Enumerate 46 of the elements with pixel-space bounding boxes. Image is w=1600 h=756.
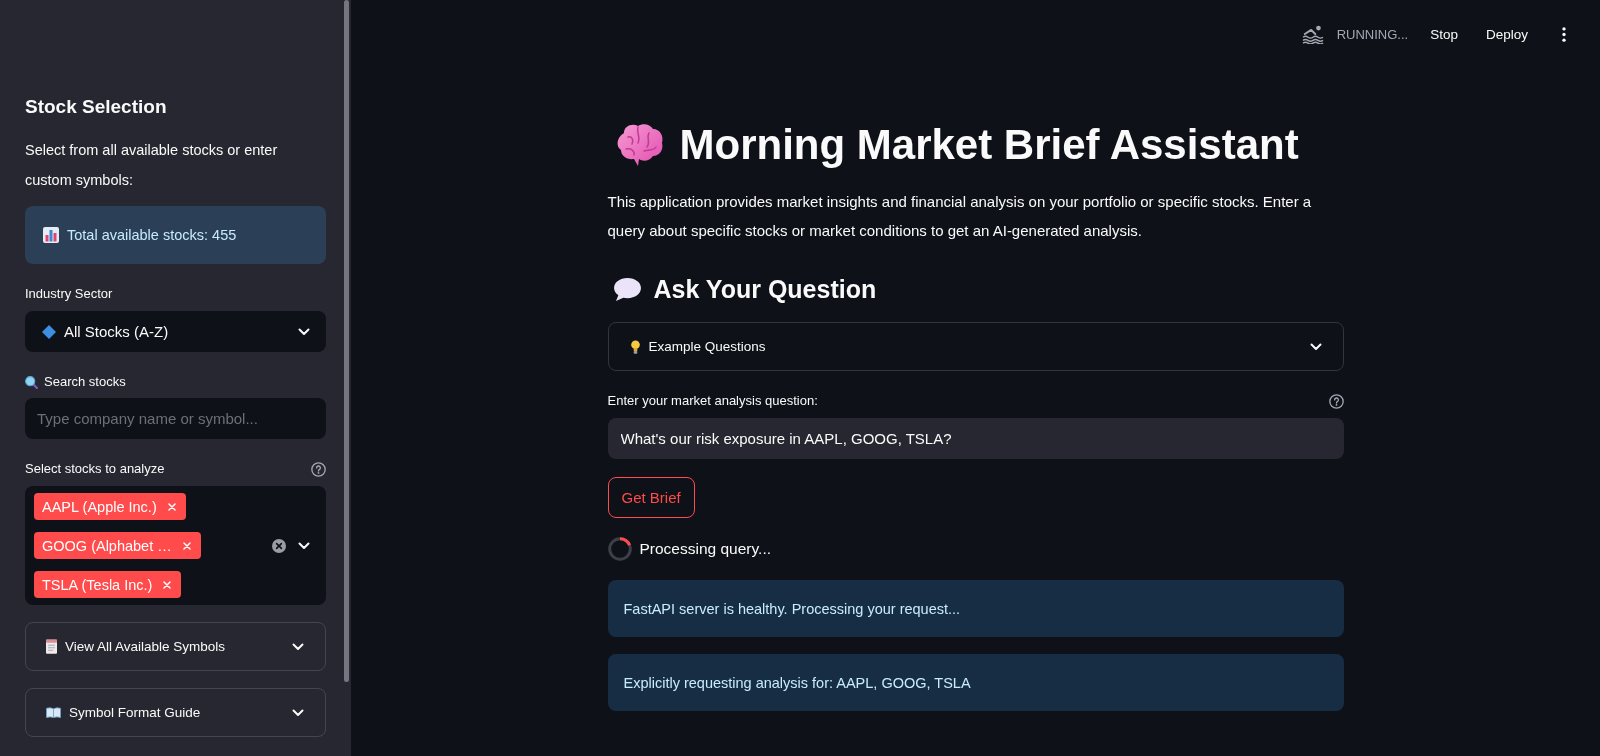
field-label: Enter your market analysis question: [607,392,818,410]
search-icon [25,375,38,389]
sidebar-heading: Stock Selection [25,95,168,119]
scrollbar-thumb[interactable] [344,0,349,682]
more-options-icon[interactable] [1562,26,1566,42]
book-icon [46,707,61,718]
page-title: Morning Market Brief Assistant [679,121,1299,169]
chevron-icon [298,327,310,336]
spinner-text: Processing query... [639,540,772,558]
sector-select[interactable]: All Stocks (A-Z) [25,311,326,352]
brain-icon [615,123,664,167]
help-icon[interactable] [311,461,326,477]
expander-header[interactable]: Example Questions [607,322,1344,371]
info-text: Total available stocks: 455 [67,227,237,243]
speech-bubble-icon [612,277,642,302]
get-brief-button[interactable]: Get Brief [607,477,695,518]
intro-paragraph: This application provides market insights and financial analysis on your portfolio or specific stocks. Enter a query about specific stocks or market conditions to get an AI-generated analysis. [607,192,1313,241]
header-button[interactable]: Deploy [1477,20,1536,48]
running-status: RUNNING... [1336,26,1409,42]
lightbulb-icon [630,339,640,354]
info-message: Explicitly requesting analysis for: AAPL, GOOG, TSLA [607,654,1344,711]
notepad-icon [46,639,57,654]
question-input[interactable]: What's our risk exposure in AAPL, GOOG, TSLA? [607,418,1344,459]
expander-header[interactable]: Symbol Format Guide [25,688,326,737]
chevron-icon [298,541,310,550]
field-label: Search stocks [44,373,126,391]
bar-chart-icon [43,227,59,243]
field-label: Select stocks to analyze [25,460,165,478]
tag-label: TSLA (Tesla Inc.) [42,576,153,593]
search-input[interactable]: Type company name or symbol... [25,398,326,439]
sidebar-description: Select from all available stocks or enter custom symbols: [25,141,279,190]
remove-icon[interactable] [167,502,176,511]
remove-icon[interactable] [182,541,191,550]
header-button[interactable]: Stop [1422,20,1466,48]
spinner-icon [607,537,632,561]
help-icon[interactable] [1328,393,1344,409]
tag-label: AAPL (Apple Inc.) [42,498,157,515]
diamond-icon [42,324,56,339]
section-heading: Ask Your Question [653,274,877,305]
info-message: FastAPI server is healthy. Processing your request... [607,580,1344,637]
tag-label: GOOG (Alphabet … [42,537,172,554]
expander-header[interactable]: View All Available Symbols [25,622,326,671]
field-label: Industry Sector [25,285,114,303]
clear-icon[interactable] [272,538,286,553]
swimmer-icon [1301,24,1324,44]
remove-icon[interactable] [163,580,172,589]
